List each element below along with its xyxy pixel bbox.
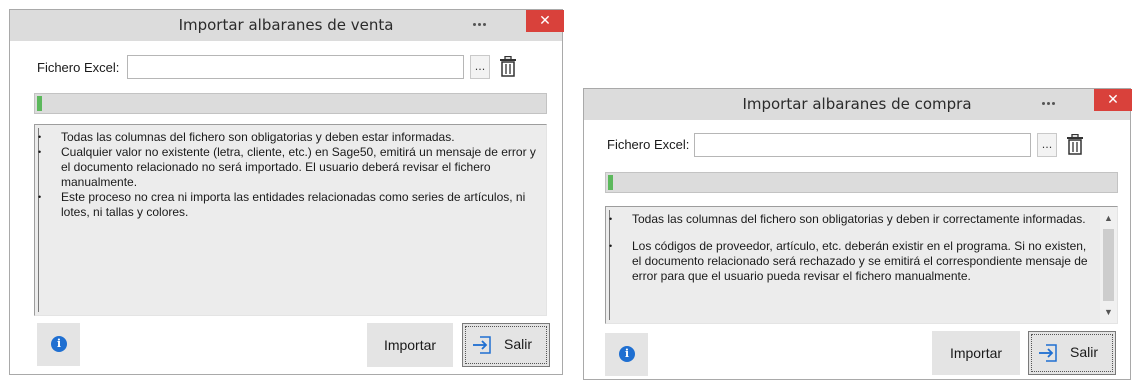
exit-arrow-icon (1039, 344, 1057, 362)
file-path-input[interactable] (694, 133, 1031, 157)
import-button[interactable]: Importar (932, 331, 1020, 375)
list-item: Los códigos de proveedor, artículo, etc.… (606, 239, 1093, 284)
list-item: Todas las columnas del fichero son oblig… (35, 130, 540, 145)
close-button[interactable]: ✕ (526, 10, 564, 32)
list-item: Este proceso no crea ni importa las enti… (35, 190, 540, 220)
dots-icon[interactable] (473, 19, 487, 29)
browse-button[interactable]: ... (470, 55, 490, 79)
exit-arrow-icon (473, 336, 491, 354)
import-sales-dialog: Importar albaranes de venta ✕ Fichero Ex… (9, 9, 564, 375)
info-list: Todas las columnas del fichero son oblig… (35, 130, 540, 220)
exit-button[interactable]: Salir (462, 323, 550, 367)
dots-icon[interactable] (1042, 98, 1056, 108)
progress-bar (605, 172, 1118, 193)
info-button[interactable]: i (37, 323, 80, 366)
progress-fill (608, 175, 614, 190)
info-icon: i (51, 336, 67, 352)
title-bar[interactable]: Importar albaranes de compra ✕ (584, 89, 1132, 120)
info-list: Todas las columnas del fichero son oblig… (606, 212, 1093, 284)
close-button[interactable]: ✕ (1094, 89, 1132, 111)
scroll-up-icon[interactable]: ▲ (1100, 211, 1117, 225)
info-panel: Todas las columnas del fichero son oblig… (605, 206, 1118, 324)
file-label: Fichero Excel: (37, 60, 120, 75)
title-bar[interactable]: Importar albaranes de venta ✕ (10, 10, 564, 41)
file-label: Fichero Excel: (607, 137, 690, 152)
progress-fill (37, 96, 43, 111)
trash-icon[interactable] (499, 56, 517, 78)
info-icon: i (619, 346, 635, 362)
progress-bar (34, 93, 547, 114)
exit-button[interactable]: Salir (1028, 331, 1116, 375)
trash-icon[interactable] (1066, 134, 1084, 156)
list-item: Todas las columnas del fichero son oblig… (606, 212, 1093, 227)
browse-button[interactable]: ... (1037, 133, 1057, 157)
scroll-down-icon[interactable]: ▼ (1100, 305, 1117, 319)
exit-label: Salir (504, 336, 533, 352)
exit-label: Salir (1070, 344, 1099, 360)
scrollbar[interactable]: ▲ ▼ (1100, 207, 1117, 323)
import-purchase-dialog: Importar albaranes de compra ✕ Fichero E… (583, 88, 1132, 380)
info-button[interactable]: i (605, 333, 648, 376)
import-button[interactable]: Importar (367, 323, 453, 367)
info-panel: Todas las columnas del fichero son oblig… (34, 124, 547, 316)
scroll-thumb[interactable] (1103, 229, 1114, 301)
list-item: Cualquier valor no existente (letra, cli… (35, 145, 540, 190)
file-path-input[interactable] (127, 55, 464, 79)
